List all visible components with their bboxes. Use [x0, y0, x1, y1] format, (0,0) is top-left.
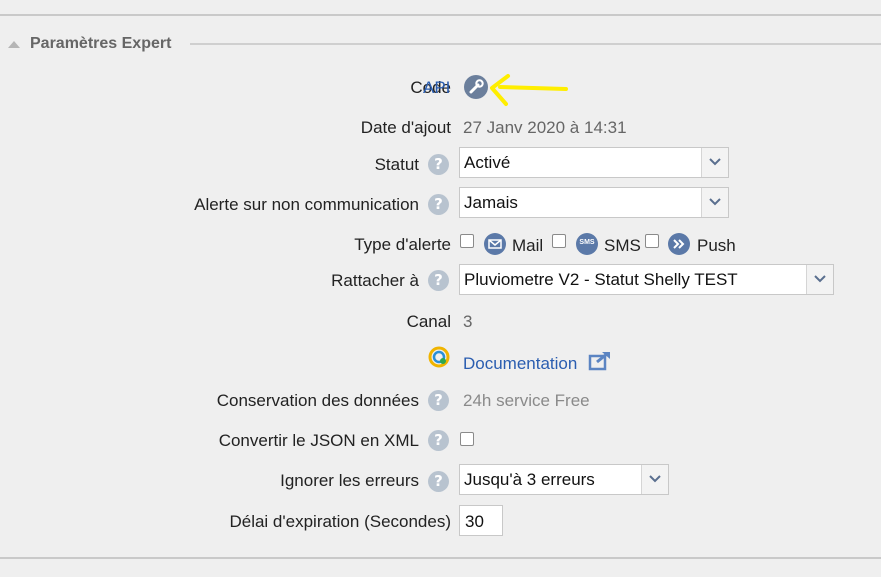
statut-selected: Activé — [464, 153, 511, 172]
section-header[interactable]: Paramètres Expert — [8, 35, 171, 53]
statut-label: Statut — [374, 155, 419, 174]
canal-label: Canal — [406, 312, 451, 331]
convertir-label: Convertir le JSON en XML — [218, 431, 419, 450]
rattacher-label: Rattacher à — [331, 271, 419, 290]
documentation-icon — [428, 346, 450, 368]
chevron-down-icon[interactable] — [701, 188, 728, 217]
collapse-caret-icon[interactable] — [8, 40, 20, 48]
chevron-down-icon[interactable] — [641, 465, 668, 494]
mail-icon — [484, 233, 506, 255]
statut-select[interactable]: Activé — [459, 147, 729, 178]
top-divider — [0, 14, 881, 16]
convertir-help-icon[interactable]: ? — [428, 430, 449, 451]
alerte-selected: Jamais — [464, 193, 518, 212]
conservation-help-icon[interactable]: ? — [428, 390, 449, 411]
type-alerte-label: Type d'alerte — [354, 235, 451, 254]
canal-value: 3 — [463, 312, 473, 331]
alerte-label: Alerte sur non communication — [194, 195, 419, 214]
alerte-select[interactable]: Jamais — [459, 187, 729, 218]
conservation-value: 24h service Free — [463, 391, 590, 410]
delai-label: Délai d'expiration (Secondes) — [229, 512, 451, 531]
documentation-link[interactable]: Documentation — [463, 354, 577, 374]
ignorer-help-icon[interactable]: ? — [428, 471, 449, 492]
push-icon — [668, 233, 690, 255]
external-link-icon[interactable] — [588, 349, 612, 371]
chevron-down-icon[interactable] — [701, 148, 728, 177]
ignorer-select[interactable]: Jusqu'à 3 erreurs — [459, 464, 669, 495]
push-checkbox[interactable] — [645, 234, 659, 248]
conservation-label: Conservation des données — [216, 391, 419, 410]
delai-input[interactable]: 30 — [459, 505, 503, 536]
rattacher-help-icon[interactable]: ? — [428, 270, 449, 291]
section-header-line — [190, 43, 881, 45]
sms-checkbox[interactable] — [552, 234, 566, 248]
delai-value: 30 — [465, 512, 484, 531]
mail-checkbox[interactable] — [460, 234, 474, 248]
push-label: Push — [697, 236, 736, 255]
bottom-divider — [0, 557, 881, 559]
ignorer-label: Ignorer les erreurs — [280, 471, 419, 490]
date-ajout-value: 27 Janv 2020 à 14:31 — [463, 118, 627, 137]
annotation-arrow-icon — [490, 74, 568, 106]
mail-label: Mail — [512, 236, 544, 255]
chevron-down-icon[interactable] — [806, 265, 833, 294]
convertir-checkbox[interactable] — [460, 432, 474, 446]
alerte-help-icon[interactable]: ? — [428, 194, 449, 215]
section-title: Paramètres Expert — [30, 35, 172, 52]
rattacher-selected: Pluviometre V2 - Statut Shelly TEST — [464, 270, 738, 289]
sms-icon-text: SMS — [579, 239, 595, 246]
ignorer-selected: Jusqu'à 3 erreurs — [464, 470, 595, 489]
rattacher-select[interactable]: Pluviometre V2 - Statut Shelly TEST — [459, 264, 834, 295]
api-link[interactable]: API — [423, 78, 450, 98]
sms-label: SMS — [604, 236, 641, 255]
statut-help-icon[interactable]: ? — [428, 154, 449, 175]
date-ajout-label: Date d'ajout — [360, 118, 451, 137]
sms-icon: SMS — [576, 233, 598, 255]
